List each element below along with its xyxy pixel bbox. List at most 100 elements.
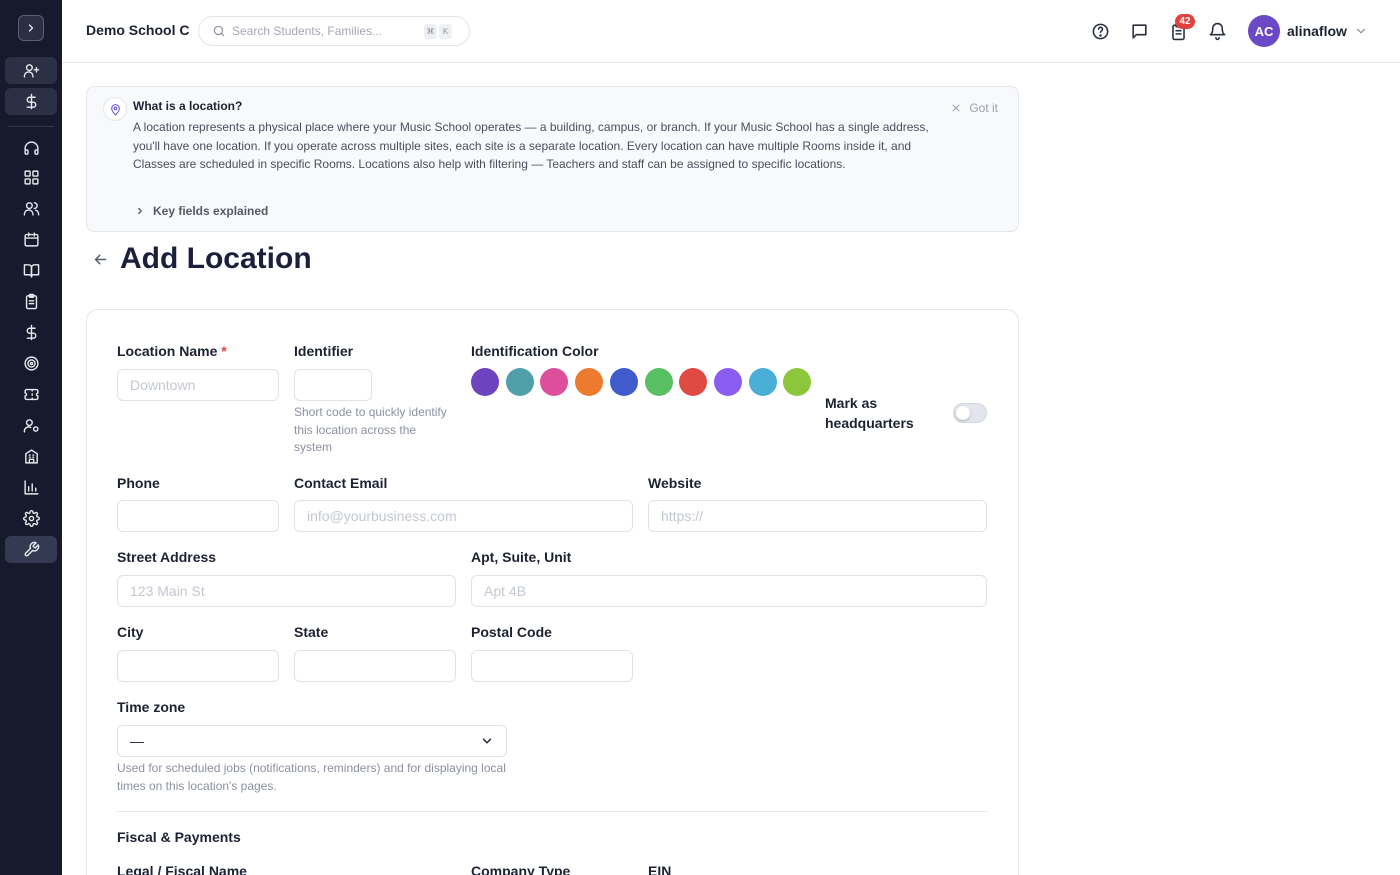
user-avatar[interactable]: AC [1248, 15, 1280, 47]
user-settings-icon [23, 419, 39, 433]
chevron-right-icon [138, 207, 142, 215]
message-square-icon [1131, 23, 1147, 39]
dashboard-grid-icon [23, 170, 39, 185]
city-label: City [117, 624, 144, 640]
target-icon [23, 356, 39, 371]
dollar-icon [26, 324, 36, 341]
color-swatch[interactable] [505, 368, 534, 396]
chevron-down-icon[interactable] [1354, 24, 1368, 43]
help-circle-icon [1092, 23, 1108, 39]
notification-count-badge: 42 [1175, 14, 1195, 29]
location-name-label: Location Name * [117, 343, 227, 359]
phone-input[interactable] [117, 500, 279, 532]
search-input[interactable] [232, 24, 422, 38]
phone-label: Phone [117, 475, 160, 491]
username[interactable]: alinaflow [1287, 23, 1347, 39]
color-swatch[interactable] [713, 368, 742, 396]
messages-button[interactable] [1129, 21, 1149, 41]
legal-name-label: Legal / Fiscal Name [117, 863, 247, 875]
wrench-icon [23, 541, 39, 557]
headquarters-toggle[interactable] [953, 403, 987, 423]
key-fields-label: Key fields explained [153, 204, 269, 218]
sidebar-item-dashboard[interactable] [5, 164, 57, 191]
street-address-label: Street Address [117, 549, 217, 565]
user-plus-icon [23, 64, 39, 78]
location-name-input[interactable] [117, 369, 279, 401]
apt-suite-input[interactable] [471, 575, 987, 607]
location-name-label-text: Location Name [117, 343, 218, 359]
sidebar-item-attendance[interactable] [5, 288, 57, 315]
sidebar-item-billing[interactable] [5, 319, 57, 346]
shortcut-key-cmd: ⌘ [424, 23, 437, 39]
sidebar-item-courses[interactable] [5, 257, 57, 284]
search-icon [212, 24, 226, 38]
headquarters-label: Mark as headquarters [825, 395, 914, 431]
fiscal-section-title: Fiscal & Payments [117, 829, 241, 845]
dismiss-label: Got it [969, 101, 998, 115]
sidebar-item-payments[interactable] [5, 88, 57, 115]
postal-code-input[interactable] [471, 650, 633, 682]
chevron-down-icon [482, 738, 492, 744]
color-swatch[interactable] [679, 368, 708, 396]
sidebar-expand-button[interactable] [18, 15, 44, 41]
contact-email-label: Contact Email [294, 475, 388, 491]
school-name[interactable]: Demo School C [86, 22, 189, 38]
sidebar-item-reports[interactable] [5, 474, 57, 501]
page-title: Add Location [120, 242, 312, 275]
city-input[interactable] [117, 650, 279, 682]
sidebar-item-tickets[interactable] [5, 381, 57, 408]
toggle-knob [956, 406, 970, 420]
sidebar-item-tools[interactable] [5, 536, 57, 563]
state-label: State [294, 624, 329, 640]
close-icon [952, 104, 960, 112]
section-divider [117, 811, 987, 812]
sidebar-item-people[interactable] [5, 195, 57, 222]
time-zone-value: — [130, 733, 144, 749]
clipboard-icon [25, 293, 37, 310]
ein-label: EIN [648, 863, 672, 875]
sidebar-item-support[interactable] [5, 135, 57, 162]
identifier-input[interactable] [294, 369, 372, 401]
location-info-card: What is a location? A location represent… [86, 86, 1019, 232]
calendar-icon [23, 232, 39, 247]
notifications-button[interactable] [1207, 21, 1227, 41]
time-zone-hint: Used for scheduled jobs (notifications, … [117, 761, 506, 793]
dollar-icon [26, 93, 36, 110]
sidebar-item-calendar[interactable] [5, 226, 57, 253]
sidebar-item-locations[interactable] [5, 443, 57, 470]
key-fields-toggle[interactable]: Key fields explained [135, 204, 268, 218]
building-icon [24, 449, 38, 464]
back-button[interactable] [92, 251, 109, 273]
book-open-icon [23, 264, 39, 278]
street-address-input[interactable] [117, 575, 456, 607]
sidebar-item-staff[interactable] [5, 412, 57, 439]
chevron-right-icon [28, 24, 34, 32]
sidebar-item-settings[interactable] [5, 505, 57, 532]
state-input[interactable] [294, 650, 456, 682]
app-root: Demo School C ⌘ K 42 AC alinaflow [0, 0, 1400, 875]
identification-color-label: Identification Color [471, 343, 599, 359]
contact-email-input[interactable] [294, 500, 633, 532]
dismiss-info-button[interactable]: Got it [951, 101, 998, 115]
ticket-icon [23, 388, 39, 401]
map-pin-icon [103, 97, 127, 121]
color-swatch[interactable] [575, 368, 604, 396]
shortcut-key-k: K [439, 23, 452, 39]
search-box[interactable]: ⌘ K [198, 16, 470, 46]
color-swatch[interactable] [609, 368, 638, 396]
gear-icon [22, 510, 40, 527]
company-type-label: Company Type [471, 863, 571, 875]
help-button[interactable] [1090, 21, 1110, 41]
identifier-label: Identifier [294, 343, 354, 359]
postal-code-label: Postal Code [471, 624, 552, 640]
website-input[interactable] [648, 500, 987, 532]
sidebar-item-goals[interactable] [5, 350, 57, 377]
required-marker: * [221, 343, 227, 359]
sidebar-item-add-student[interactable] [5, 57, 57, 84]
identifier-hint: Short code to quickly identify this loca… [294, 405, 447, 454]
color-swatch[interactable] [748, 368, 777, 396]
time-zone-select[interactable]: — [117, 725, 507, 757]
info-title: What is a location? [133, 99, 243, 113]
color-swatch[interactable] [471, 368, 499, 396]
color-swatch[interactable] [644, 368, 673, 396]
